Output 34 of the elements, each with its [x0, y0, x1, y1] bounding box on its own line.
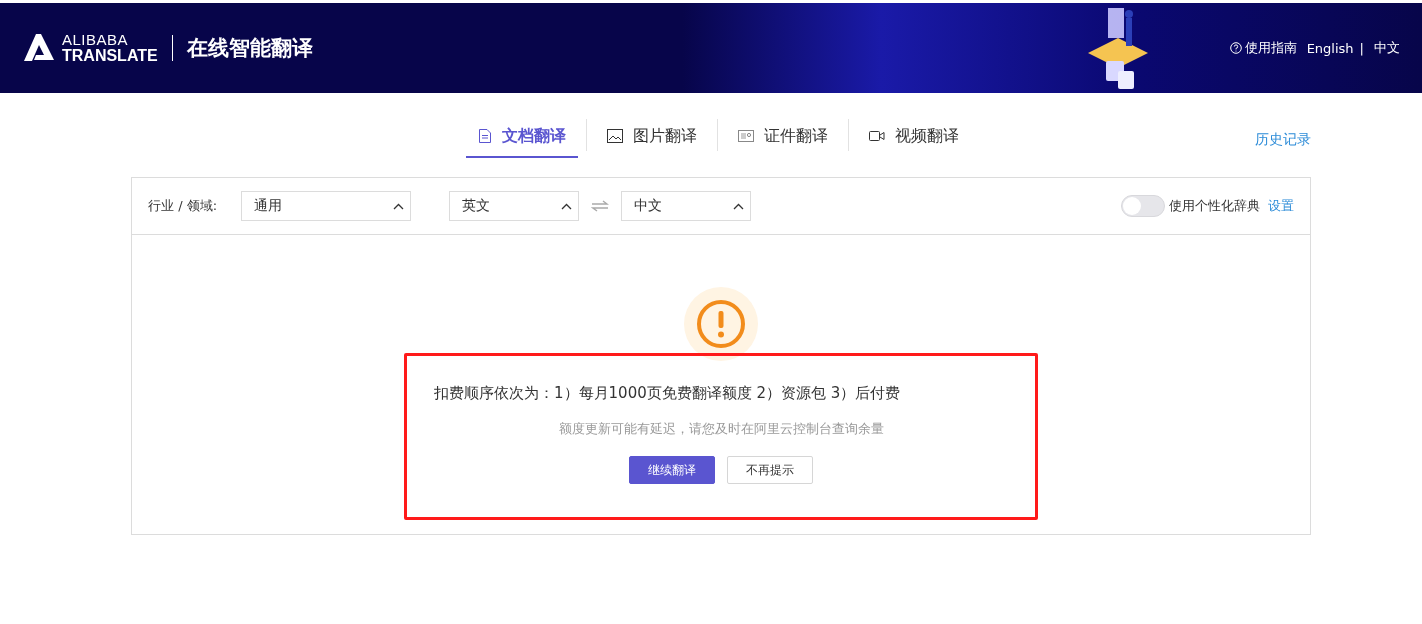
user-guide-link[interactable]: 使用指南 — [1229, 39, 1297, 57]
language-link[interactable]: 中文 — [1374, 39, 1400, 57]
continue-button[interactable]: 继续翻译 — [629, 456, 715, 484]
id-card-icon — [738, 130, 754, 142]
chevron-up-icon — [393, 202, 405, 210]
image-icon — [607, 129, 623, 143]
logo-text: TRANSLATE — [62, 48, 158, 64]
dictionary-label: 使用个性化辞典 — [1169, 197, 1260, 215]
tab[interactable]: 证件翻译 — [726, 116, 840, 158]
dismiss-button[interactable]: 不再提示 — [727, 456, 813, 484]
dictionary-toggle[interactable] — [1121, 195, 1165, 217]
history-link[interactable]: 历史记录 — [1255, 131, 1311, 149]
source-language-select[interactable]: 英文 — [449, 191, 580, 221]
chevron-up-icon — [561, 202, 573, 210]
separator-text: | — [1359, 40, 1364, 56]
settings-link[interactable]: 设置 — [1268, 197, 1294, 215]
logo-text: ALIBABA — [62, 32, 130, 48]
domain-select[interactable]: 通用 — [241, 191, 412, 221]
site-title: 在线智能翻译 — [186, 35, 313, 62]
tab[interactable]: 视频翻译 — [857, 116, 971, 158]
domain-label: 行业 / 领域: — [148, 197, 218, 215]
tab[interactable]: 图片翻译 — [595, 116, 709, 158]
logo-icon — [22, 33, 56, 63]
quota-hint: 额度更新可能有延迟，请您及时在阿里云控制台查询余量 — [558, 421, 884, 438]
swap-icon[interactable] — [591, 200, 610, 212]
video-camera-icon — [869, 130, 885, 142]
document-icon — [478, 128, 492, 144]
target-language-select[interactable]: 中文 — [621, 191, 752, 221]
billing-order-message: 扣费顺序依次为：1）每月1000页免费翻译额度 2）资源包 3）后付费 — [433, 384, 901, 403]
language-link[interactable]: English — [1306, 40, 1354, 56]
warning-icon — [684, 287, 758, 361]
help-icon — [1229, 42, 1242, 54]
tab[interactable]: 文档翻译 — [466, 116, 578, 158]
chevron-up-icon — [733, 202, 745, 210]
